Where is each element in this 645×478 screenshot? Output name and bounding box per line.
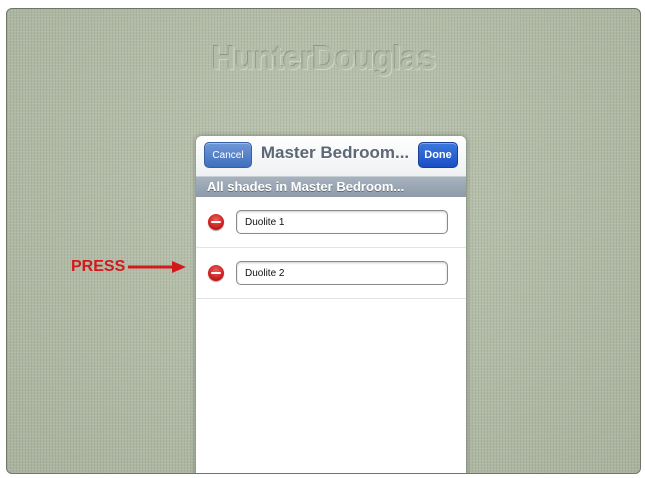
popover-title: Master Bedroom...	[260, 143, 410, 162]
arrow-right-icon	[128, 261, 187, 273]
section-header: All shades in Master Bedroom...	[196, 177, 466, 197]
app-screen: HunterDouglas Cancel Master Bedroom... D…	[6, 8, 641, 474]
edit-room-popover: Cancel Master Bedroom... Done All shades…	[196, 136, 466, 473]
press-annotation: PRESS	[71, 256, 187, 278]
shade-row	[196, 197, 466, 248]
shade-name-field[interactable]	[236, 261, 448, 285]
shade-row	[196, 248, 466, 299]
shade-name-field[interactable]	[236, 210, 448, 234]
cancel-button[interactable]: Cancel	[204, 142, 252, 168]
nav-bar: Cancel Master Bedroom... Done	[196, 136, 466, 177]
delete-icon[interactable]	[208, 265, 224, 281]
hunter-douglas-logo: HunterDouglas	[211, 39, 437, 76]
press-label: PRESS	[71, 258, 126, 275]
delete-icon[interactable]	[208, 214, 224, 230]
done-button[interactable]: Done	[418, 142, 458, 168]
